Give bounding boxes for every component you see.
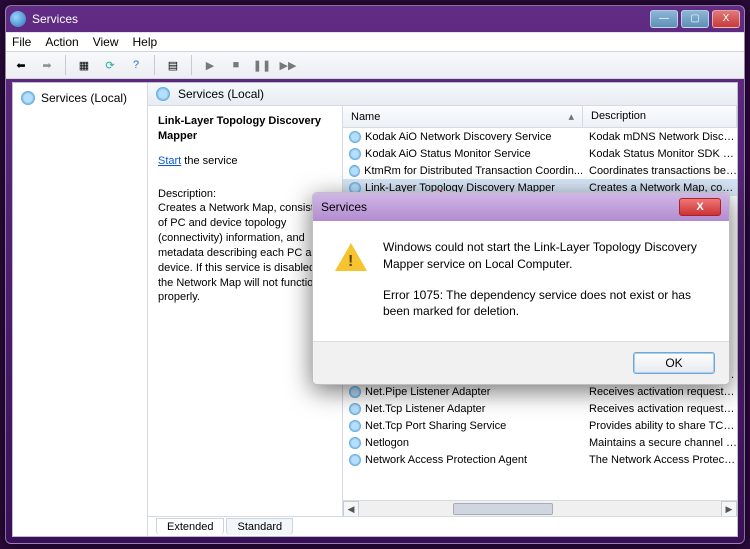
dialog-message-line2: Error 1075: The dependency service does … [383, 287, 707, 321]
tab-extended[interactable]: Extended [156, 518, 224, 535]
sort-asc-icon: ▴ [568, 110, 574, 123]
cell-name: Kodak AiO Status Monitor Service [343, 148, 583, 160]
forward-button[interactable]: ➡ [36, 54, 58, 76]
menu-help[interactable]: Help [133, 35, 158, 49]
menu-file[interactable]: File [12, 35, 31, 49]
menubar: File Action View Help [6, 32, 744, 51]
horizontal-scrollbar[interactable]: ◀ ▶ [343, 500, 737, 516]
cell-name: Kodak AiO Network Discovery Service [343, 131, 583, 143]
pause-service-button[interactable]: ❚❚ [251, 54, 273, 76]
header-services-icon [156, 87, 170, 101]
start-suffix: the service [181, 155, 237, 167]
cell-name: Net.Pipe Listener Adapter [343, 386, 583, 398]
warning-icon [335, 243, 367, 271]
cell-name: Net.Tcp Port Sharing Service [343, 420, 583, 432]
right-header: Services (Local) [148, 83, 737, 106]
ok-button[interactable]: OK [633, 352, 715, 374]
close-button[interactable]: X [712, 10, 740, 28]
cell-description: Receives activation requests o... [583, 403, 737, 415]
description-label: Description: [158, 187, 332, 202]
tab-standard[interactable]: Standard [226, 518, 293, 535]
dialog-title: Services [321, 200, 367, 214]
scroll-thumb[interactable] [453, 503, 553, 515]
table-row[interactable]: Kodak AiO Network Discovery ServiceKodak… [343, 128, 737, 145]
table-row[interactable]: Kodak AiO Status Monitor ServiceKodak St… [343, 145, 737, 162]
dialog-message: Windows could not start the Link-Layer T… [383, 239, 707, 327]
show-hide-button[interactable]: ▦ [73, 54, 95, 76]
tree-pane: Services (Local) [13, 83, 148, 536]
table-row[interactable]: Net.Tcp Listener AdapterReceives activat… [343, 400, 737, 417]
scroll-left-button[interactable]: ◀ [343, 501, 359, 516]
start-service-link[interactable]: Start [158, 155, 181, 167]
dialog-close-button[interactable]: X [679, 198, 721, 216]
dialog-message-line1: Windows could not start the Link-Layer T… [383, 239, 707, 273]
cell-name: KtmRm for Distributed Transaction Coordi… [343, 165, 583, 177]
service-title: Link-Layer Topology Discovery Mapper [158, 114, 332, 144]
column-description[interactable]: Description [583, 106, 737, 127]
start-service-button[interactable]: ▶ [199, 54, 221, 76]
service-row-icon [349, 437, 361, 449]
service-row-icon [349, 403, 361, 415]
cell-description: Maintains a secure channel be... [583, 437, 737, 449]
cell-description: Receives activation requests o... [583, 386, 737, 398]
description-text: Creates a Network Map, consisting of PC … [158, 201, 332, 305]
service-row-icon [349, 165, 360, 177]
properties-button[interactable]: ▤ [162, 54, 184, 76]
table-row[interactable]: Network Access Protection AgentThe Netwo… [343, 451, 737, 468]
cell-name: Net.Tcp Listener Adapter [343, 403, 583, 415]
service-row-icon [349, 131, 361, 143]
tree-node-services-local[interactable]: Services (Local) [17, 89, 143, 107]
table-row[interactable]: NetlogonMaintains a secure channel be... [343, 434, 737, 451]
minimize-button[interactable]: — [650, 10, 678, 28]
tab-strip: Extended Standard [148, 516, 737, 536]
cell-description: Provides ability to share TCP p... [583, 420, 737, 432]
stop-service-button[interactable]: ■ [225, 54, 247, 76]
services-node-icon [21, 91, 35, 105]
dialog-titlebar[interactable]: Services X [313, 193, 729, 221]
cell-description: Kodak Status Monitor SDK Ser... [583, 148, 737, 160]
table-row[interactable]: KtmRm for Distributed Transaction Coordi… [343, 162, 737, 179]
column-name[interactable]: Name ▴ [343, 106, 583, 127]
window-title: Services [32, 12, 78, 26]
cell-description: Kodak mDNS Network Discove... [583, 131, 737, 143]
scroll-right-button[interactable]: ▶ [721, 501, 737, 516]
help-button[interactable]: ? [125, 54, 147, 76]
service-row-icon [349, 148, 361, 160]
toolbar: ⬅ ➡ ▦ ⟳ ? ▤ ▶ ■ ❚❚ ▶▶ [6, 51, 744, 79]
service-row-icon [349, 454, 361, 466]
service-row-icon [349, 386, 361, 398]
export-button[interactable]: ⟳ [99, 54, 121, 76]
menu-action[interactable]: Action [45, 35, 78, 49]
back-button[interactable]: ⬅ [10, 54, 32, 76]
cell-description: Coordinates transactions betw... [583, 165, 737, 177]
tree-node-label: Services (Local) [41, 91, 127, 105]
table-row[interactable]: Net.Tcp Port Sharing ServiceProvides abi… [343, 417, 737, 434]
cell-description: The Network Access Protectio... [583, 454, 737, 466]
restart-service-button[interactable]: ▶▶ [277, 54, 299, 76]
cell-name: Netlogon [343, 437, 583, 449]
table-row[interactable]: Net.Pipe Listener AdapterReceives activa… [343, 383, 737, 400]
menu-view[interactable]: View [93, 35, 119, 49]
column-name-label: Name [351, 111, 380, 123]
cell-name: Network Access Protection Agent [343, 454, 583, 466]
error-dialog: Services X Windows could not start the L… [312, 192, 730, 385]
service-row-icon [349, 420, 361, 432]
maximize-button[interactable]: ▢ [681, 10, 709, 28]
column-headers: Name ▴ Description [343, 106, 737, 128]
right-header-label: Services (Local) [178, 87, 264, 101]
services-app-icon [10, 11, 26, 27]
titlebar[interactable]: Services — ▢ X [6, 6, 744, 32]
